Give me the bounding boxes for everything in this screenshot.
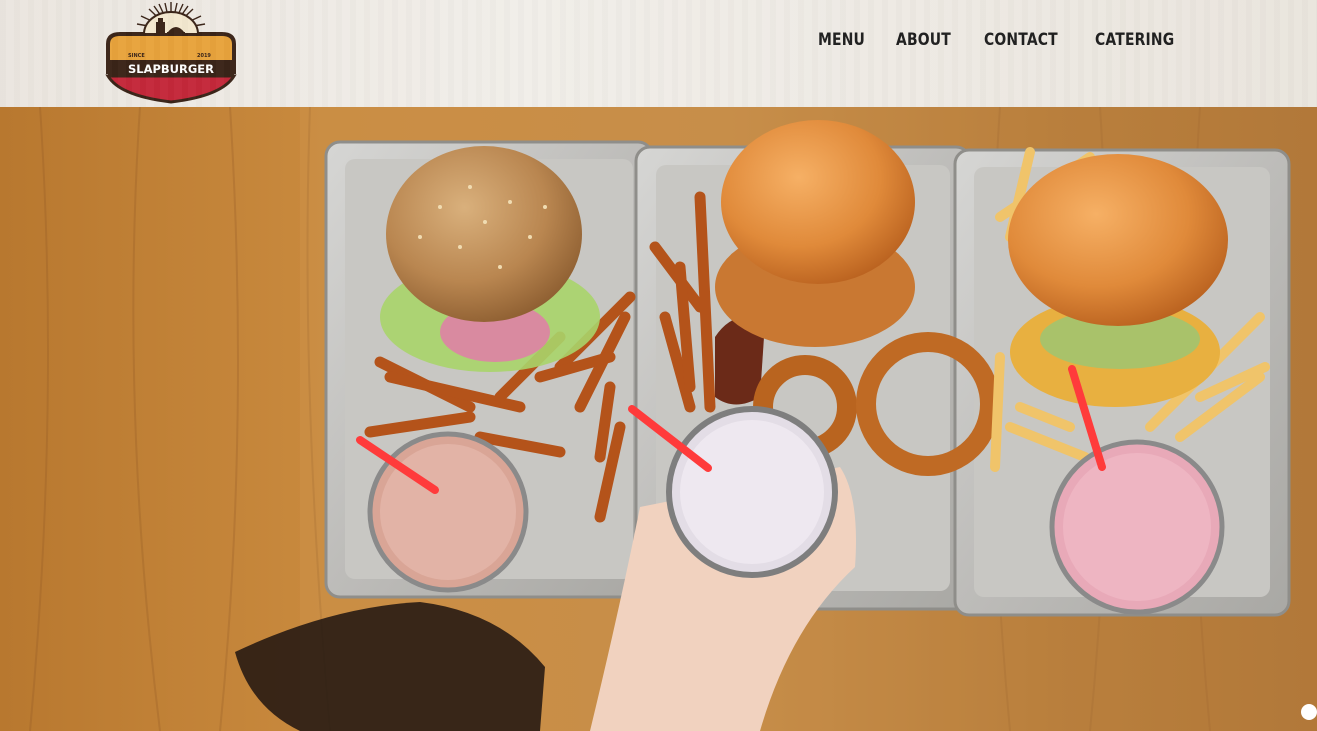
burger-trays-photo xyxy=(0,107,1317,731)
site-header: SINCE 2019 SLAPBURGER MENU ABOUT CONTACT… xyxy=(0,0,1317,107)
main-nav: MENU ABOUT CONTACT CATERING xyxy=(818,30,1184,50)
brand-wordmark: SLAPBURGER xyxy=(128,62,214,76)
page: SINCE 2019 SLAPBURGER MENU ABOUT CONTACT… xyxy=(0,0,1317,731)
svg-text:2019: 2019 xyxy=(197,53,211,59)
nav-item-contact[interactable]: CONTACT xyxy=(984,30,1058,50)
nav-item-about[interactable]: ABOUT xyxy=(896,30,951,50)
hero-banner xyxy=(0,107,1317,731)
nav-item-menu[interactable]: MENU xyxy=(818,30,865,50)
svg-text:SINCE: SINCE xyxy=(128,53,145,59)
logo-badge-icon: SINCE 2019 SLAPBURGER xyxy=(105,2,237,104)
nav-item-catering[interactable]: CATERING xyxy=(1095,30,1174,50)
slider-dot[interactable] xyxy=(1301,704,1317,720)
brand-logo[interactable]: SINCE 2019 SLAPBURGER xyxy=(104,0,238,104)
